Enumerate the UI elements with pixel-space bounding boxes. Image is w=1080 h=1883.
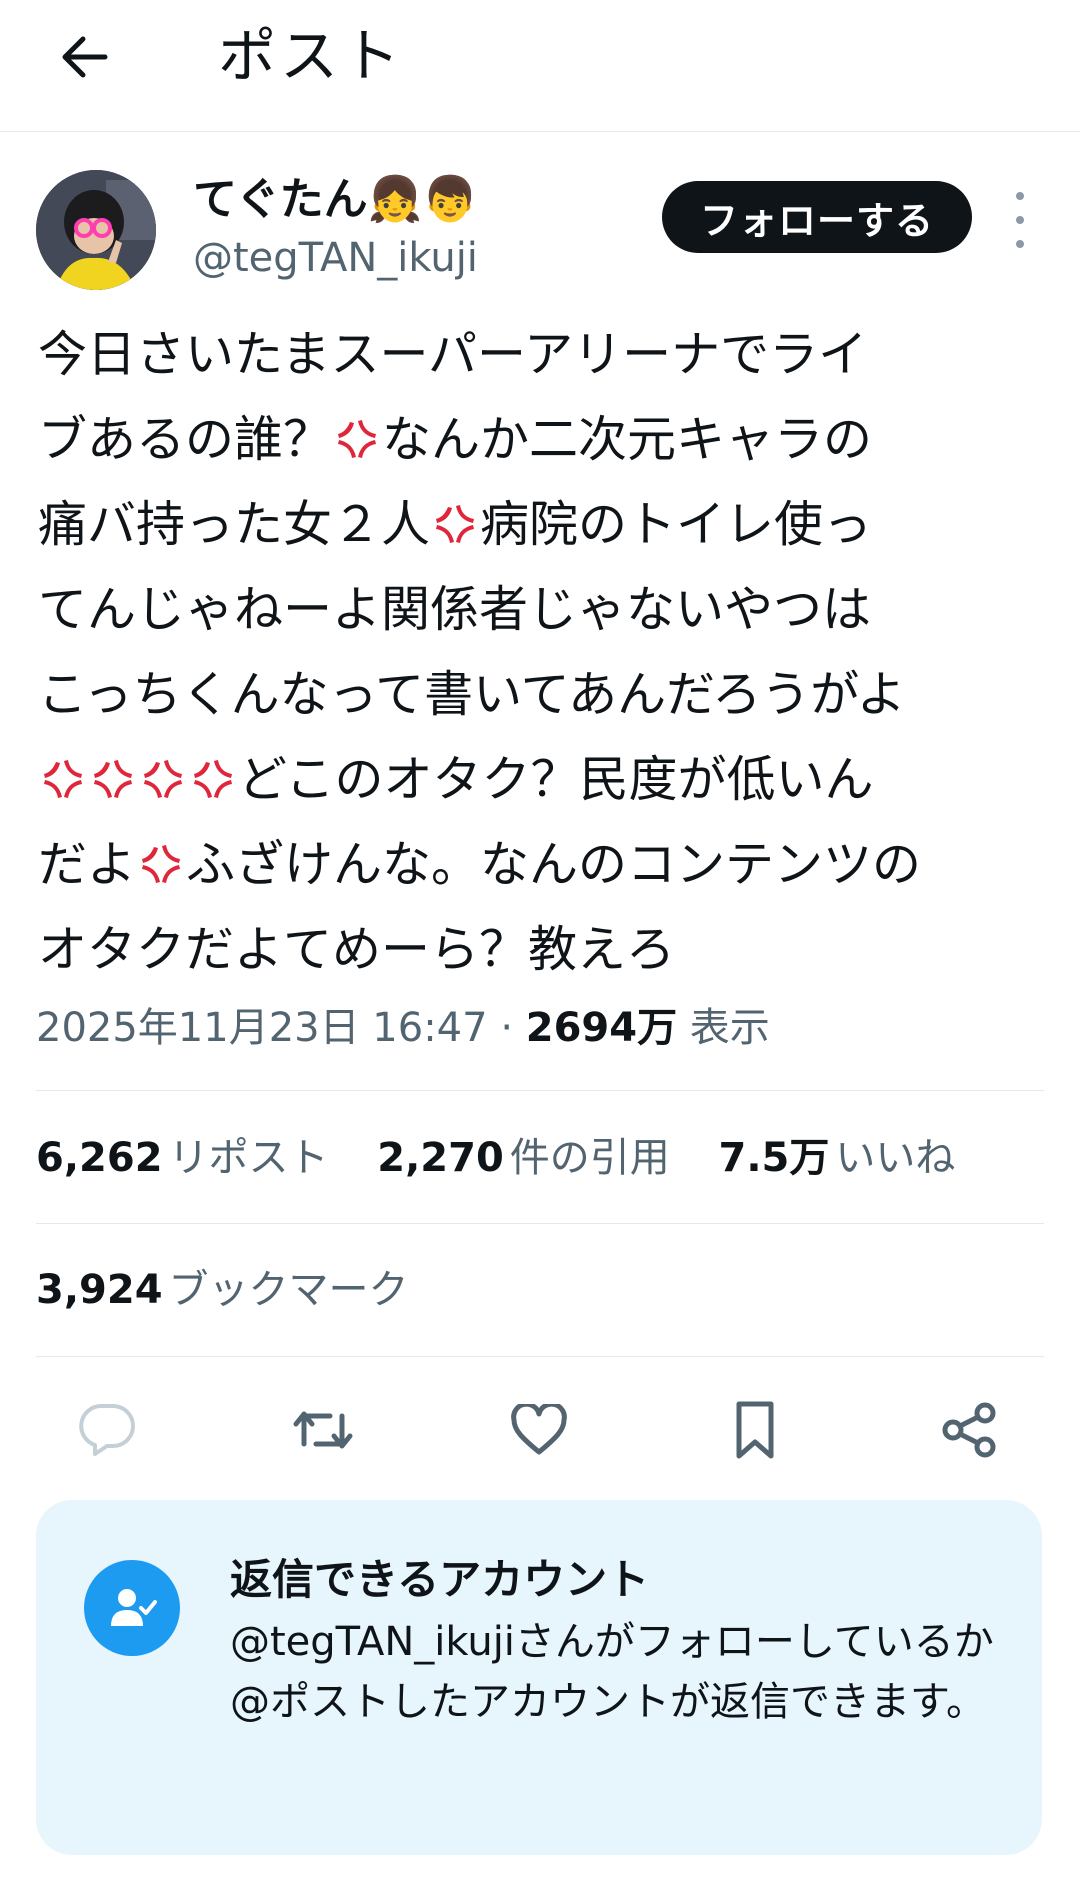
anger-symbol-emoji — [94, 760, 132, 798]
post-text-line: 今日さいたまスーパーアリーナでライ — [38, 326, 868, 383]
views-count: 2694万 — [525, 1005, 678, 1051]
views-label: 表示 — [689, 1005, 770, 1051]
avatar[interactable] — [36, 170, 156, 290]
user-handle[interactable]: @tegTAN_ikuji — [193, 232, 478, 284]
arrow-left-icon — [62, 36, 108, 78]
reply-settings-title: 返信できるアカウント — [230, 1555, 650, 1604]
more-dot-icon — [1016, 192, 1024, 200]
page-title: ポスト — [218, 22, 405, 90]
anger-symbol-emoji — [44, 760, 82, 798]
top-bar: ポスト — [0, 0, 1080, 132]
post-text-line: こっちくんなって書いてあんだろうがよ — [38, 666, 906, 723]
user-check-icon — [111, 1589, 157, 1626]
reply-settings-description: @tegTAN_ikujiさんがフォローしているか@ポストしたアカウントが返信で… — [230, 1619, 994, 1725]
post-text-line: オタクだよてめーら？教えろ — [38, 921, 676, 978]
engagement-stats: 6,262 リポスト 2,270 件の引用 7.5万 いいね — [36, 1130, 991, 1186]
meta-separator: · — [500, 1005, 514, 1051]
anger-symbol-emoji — [338, 420, 377, 458]
bookmarks-stat[interactable]: 3,924 ブックマーク — [36, 1262, 445, 1318]
more-dot-icon — [1016, 216, 1024, 224]
bookmark-icon — [736, 1401, 774, 1459]
divider — [36, 1223, 1044, 1224]
anger-symbol-emoji — [194, 760, 232, 798]
bookmarks-count: 3,924 — [36, 1267, 163, 1313]
timestamp[interactable]: 2025年11月23日 16:47 — [36, 1005, 488, 1051]
follow-button[interactable]: フォローする — [662, 181, 972, 253]
reply-icon — [79, 1404, 135, 1456]
display-name[interactable]: てぐたん👧👦 — [193, 172, 477, 228]
post-text-line: てんじゃねーよ関係者じゃないやつは — [38, 581, 872, 638]
more-dot-icon — [1016, 240, 1024, 248]
reposts-stat[interactable]: 6,262 リポスト — [36, 1130, 329, 1186]
post-text-line: だよ ふざけんな。なんのコンテンツの — [38, 836, 922, 893]
anger-symbol-emoji — [436, 505, 475, 543]
quotes-label: 件の引用 — [509, 1135, 670, 1181]
like-button[interactable] — [504, 1395, 574, 1465]
post-text-line: どこのオタク？民度が低いん — [38, 737, 1048, 822]
bookmark-button[interactable] — [720, 1395, 790, 1465]
avatar-photo — [36, 170, 156, 290]
back-button[interactable] — [50, 22, 120, 92]
like-icon — [511, 1404, 567, 1455]
reposts-label: リポスト — [168, 1135, 329, 1181]
reply-button[interactable] — [72, 1395, 142, 1465]
likes-count: 7.5万 — [718, 1135, 830, 1181]
post-text: 今日さいたまスーパーアリーナでライ ブあるの誰？ なんか二次元キャラの 痛バ持った女２… — [38, 312, 1048, 992]
post-text-line: ブあるの誰？ なんか二次元キャラの — [38, 411, 873, 468]
post-text-line: 痛バ持った女２人 病院のトイレ使っ — [38, 496, 873, 553]
repost-button[interactable] — [288, 1395, 358, 1465]
repost-icon — [293, 1411, 353, 1449]
likes-label: いいね — [835, 1135, 956, 1181]
quotes-count: 2,270 — [377, 1135, 504, 1181]
reply-permission-icon — [84, 1560, 180, 1656]
divider — [36, 1356, 1044, 1357]
reply-settings-box: 返信できるアカウント @tegTAN_ikujiさんがフォローしているか@ポスト… — [36, 1500, 1042, 1855]
share-button[interactable] — [935, 1395, 1005, 1465]
action-bar — [0, 1395, 1080, 1465]
anger-symbol-emoji — [142, 845, 181, 883]
reposts-count: 6,262 — [36, 1135, 163, 1181]
post-meta: 2025年11月23日 16:47 · 2694万 表示 — [36, 1000, 770, 1056]
anger-symbol-emoji — [144, 760, 182, 798]
bookmarks-label: ブックマーク — [168, 1267, 409, 1313]
likes-stat[interactable]: 7.5万 いいね — [719, 1130, 956, 1186]
quotes-stat[interactable]: 2,270 件の引用 — [377, 1130, 670, 1186]
more-options-button[interactable] — [1004, 192, 1036, 248]
divider — [36, 1090, 1044, 1091]
share-icon — [942, 1402, 996, 1458]
